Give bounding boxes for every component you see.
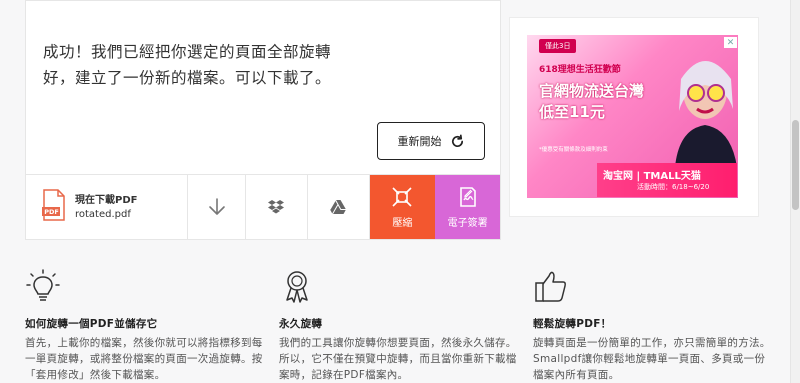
result-card-top: 成功！我們已經把你選定的頁面全部旋轉好，建立了一份新的檔案。可以下載了。 重新開… bbox=[26, 1, 500, 175]
advertisement[interactable]: 僅此3日 ✕ 618理想生活狂歡節 官網物流送台灣 低至11元 *優惠受有關條款… bbox=[527, 35, 738, 198]
page-scrollbar[interactable] bbox=[790, 0, 800, 383]
award-ribbon-icon bbox=[286, 271, 308, 303]
success-message: 成功！我們已經把你選定的頁面全部旋轉好，建立了一份新的檔案。可以下載了。 bbox=[43, 43, 332, 87]
compress-label: 壓縮 bbox=[392, 217, 413, 229]
refresh-icon bbox=[451, 134, 463, 147]
feature-permanent-rotate: 永久旋轉 我們的工具讓你旋轉你想要頁面，然後永久儲存。所以，它不僅在預覽中旋轉，… bbox=[279, 268, 519, 383]
ad-brand: 淘宝网 | TMALL天猫 bbox=[603, 171, 701, 182]
scrollbar-thumb[interactable] bbox=[792, 120, 799, 210]
ad-badge: 僅此3日 bbox=[539, 39, 577, 53]
save-to-drive-button[interactable] bbox=[308, 175, 370, 239]
feature-body: 首先，上載你的檔案，然後你就可以將指標移到每一單頁旋轉，或將整份檔案的頁面一次過… bbox=[25, 337, 263, 381]
feature-body: 旋轉頁面是一份簡單的工作，亦只需簡單的方法。Smallpdf讓你輕鬆地旋轉單一頁… bbox=[533, 337, 771, 381]
ad-disclaimer: *優惠受有關條款及細則約束 bbox=[539, 147, 608, 153]
feature-title: 如何旋轉一個PDF並儲存它 bbox=[25, 318, 158, 330]
esign-label: 電子簽署 bbox=[447, 217, 488, 229]
svg-text:PDF: PDF bbox=[44, 208, 59, 216]
download-filename: rotated.pdf bbox=[75, 209, 131, 220]
restart-button-label: 重新開始 bbox=[397, 135, 442, 148]
google-drive-icon bbox=[330, 200, 347, 214]
download-title: 現在下載PDF bbox=[75, 195, 138, 206]
result-card: 成功！我們已經把你選定的頁面全部旋轉好，建立了一份新的檔案。可以下載了。 重新開… bbox=[25, 0, 501, 240]
feature-how-to-rotate: 如何旋轉一個PDF並儲存它 首先，上載你的檔案，然後你就可以將指標移到每一單頁旋… bbox=[25, 268, 265, 383]
ad-footer: 淘宝网 | TMALL天猫 活動時間：6/18~6/20 bbox=[597, 163, 737, 197]
lightbulb-icon bbox=[26, 269, 60, 301]
download-arrow-icon bbox=[208, 198, 225, 215]
compress-icon bbox=[392, 186, 412, 207]
esign-button[interactable]: 電子簽署 bbox=[435, 175, 500, 239]
feature-body: 我們的工具讓你旋轉你想要頁面，然後永久儲存。所以，它不僅在預覽中旋轉，而且當你重… bbox=[279, 337, 517, 381]
save-to-dropbox-button[interactable] bbox=[246, 175, 308, 239]
compress-button[interactable]: 壓縮 bbox=[369, 175, 436, 239]
pdf-file-icon: PDF bbox=[42, 189, 65, 221]
restart-button[interactable]: 重新開始 bbox=[377, 122, 485, 160]
result-card-actions: PDF 現在下載PDF rotated.pdf 壓縮 電子簽署 bbox=[26, 175, 500, 239]
feature-easy-rotate: 輕鬆旋轉PDF！ 旋轉頁面是一份簡單的工作，亦只需簡單的方法。Smallpdf讓… bbox=[533, 268, 773, 383]
download-file-cell[interactable]: PDF 現在下載PDF rotated.pdf bbox=[26, 175, 189, 239]
ad-date: 活動時間：6/18~6/20 bbox=[637, 183, 710, 191]
thumbs-up-icon bbox=[535, 271, 566, 302]
download-button[interactable] bbox=[188, 175, 247, 239]
feature-title: 永久旋轉 bbox=[279, 318, 323, 330]
ad-headline-2: 低至11元 bbox=[539, 103, 605, 121]
ad-subtitle: 618理想生活狂歡節 bbox=[539, 65, 621, 75]
dropbox-icon bbox=[268, 200, 285, 214]
ad-model-image bbox=[675, 61, 737, 167]
ad-close-icon[interactable]: ✕ bbox=[724, 37, 737, 48]
ad-headline-1: 官網物流送台灣 bbox=[539, 82, 645, 100]
feature-title: 輕鬆旋轉PDF！ bbox=[533, 318, 612, 330]
esign-icon bbox=[459, 186, 476, 207]
